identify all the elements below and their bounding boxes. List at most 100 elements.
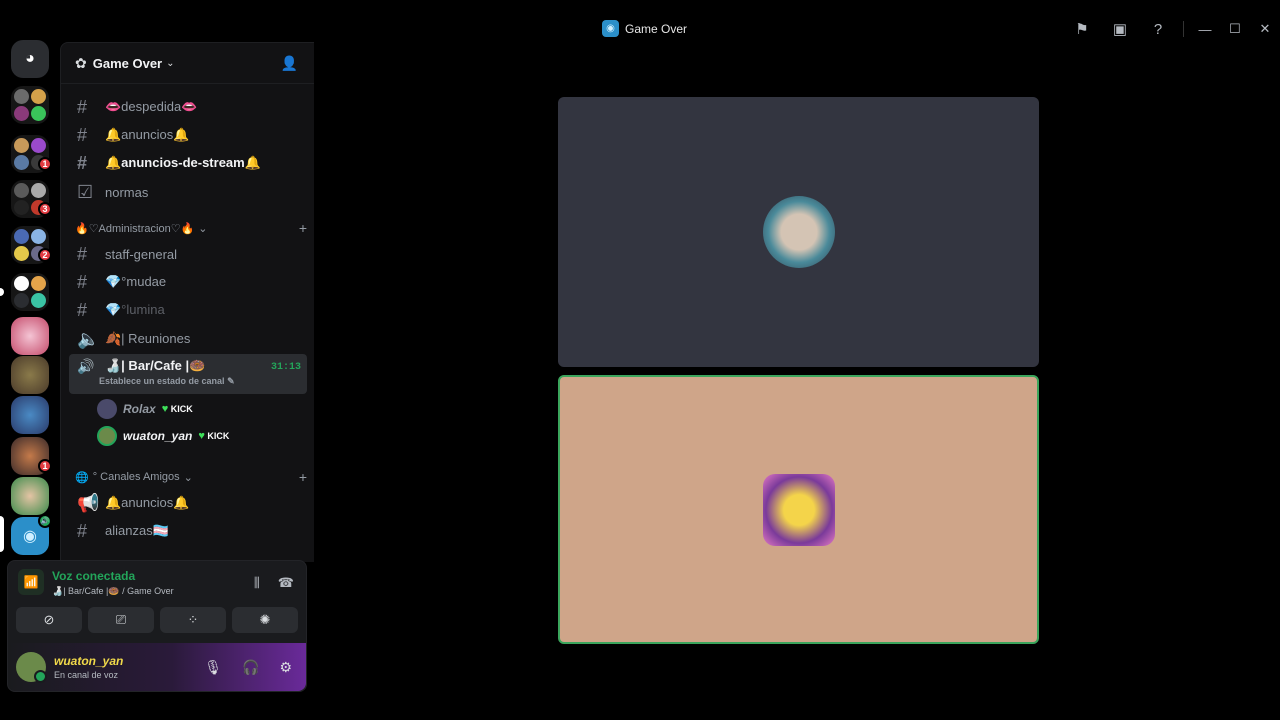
server-folder-1[interactable] bbox=[11, 86, 49, 124]
community-icon: ✿ bbox=[75, 54, 87, 71]
voice-status[interactable]: Voz conectada bbox=[52, 569, 174, 583]
user-name[interactable]: wuaton_yan bbox=[54, 654, 123, 668]
server-folder-2[interactable]: 1 bbox=[11, 135, 52, 173]
announcement-icon: 📢 bbox=[77, 492, 100, 513]
channel-staff-general[interactable]: # staff-general bbox=[69, 241, 307, 267]
participant-tile-rolax[interactable] bbox=[558, 97, 1039, 367]
category-label: ° Canales Amigos bbox=[92, 471, 180, 483]
guild-name: Game Over bbox=[92, 55, 163, 71]
server-icon[interactable] bbox=[11, 477, 49, 515]
voice-location[interactable]: 🍶| Bar/Cafe |🍩 / Game Over bbox=[52, 586, 174, 597]
channel-bar-cafe[interactable]: 🔊 🍶| Bar/Cafe |🍩 31:13 Establece un esta… bbox=[69, 354, 307, 394]
user-tag-text: KICK bbox=[207, 431, 230, 441]
server-logo-icon: ◉ bbox=[602, 20, 619, 37]
voice-channel-icon: 🔈 bbox=[77, 328, 100, 349]
voice-active-icon: 🔊 bbox=[77, 358, 95, 374]
user-tag-text: KICK bbox=[170, 404, 193, 414]
voice-stage bbox=[315, 43, 1280, 720]
voice-user-rolax[interactable]: Rolax ♥ KICK bbox=[97, 398, 193, 420]
notification-badge: 1 bbox=[38, 459, 52, 473]
screen-share-icon[interactable]: ▣ bbox=[1101, 18, 1139, 40]
voice-user-wuaton-yan[interactable]: wuaton_yan ♥ KICK bbox=[97, 425, 229, 447]
heart-icon: ♥ bbox=[161, 403, 169, 415]
soundboard-button[interactable]: ✺ bbox=[232, 607, 298, 633]
channel-anuncios[interactable]: # 🔔anuncios🔔 bbox=[69, 122, 307, 148]
channel-lumina[interactable]: # 💎°lumina bbox=[69, 297, 307, 323]
user-tag: ♥ KICK bbox=[162, 403, 193, 415]
hash-icon: # bbox=[77, 96, 88, 117]
channel-despedida[interactable]: # 👄despedida👄 bbox=[69, 94, 307, 120]
gear-icon[interactable]: ⚙ bbox=[279, 659, 292, 676]
channel-label: staff-general bbox=[105, 246, 178, 262]
user-tag: ♥ KICK bbox=[198, 430, 229, 442]
noise-suppression-icon[interactable]: ⫼ bbox=[254, 575, 260, 591]
hash-icon: # bbox=[77, 299, 88, 320]
discord-home-icon[interactable]: ◕ bbox=[11, 40, 49, 78]
avatar bbox=[97, 399, 117, 419]
notification-badge: 1 bbox=[38, 157, 52, 171]
server-icon[interactable] bbox=[11, 317, 49, 355]
channel-mudae[interactable]: # 💎°mudae bbox=[69, 269, 307, 295]
signal-icon[interactable]: 📶 bbox=[18, 569, 44, 595]
server-folder-5[interactable] bbox=[11, 273, 49, 311]
notification-badge: 3 bbox=[38, 202, 52, 216]
hash-icon: # bbox=[77, 152, 88, 173]
guild-header[interactable]: ✿ Game Over ⌄ 👤 bbox=[61, 43, 314, 84]
screen-share-button[interactable]: ⎚ bbox=[88, 607, 154, 633]
category-administracion[interactable]: 🔥♡Administracion♡🔥 ⌄ + bbox=[75, 220, 307, 236]
user-bar: wuaton_yan En canal de voz 🎙 🎧 ⚙ bbox=[8, 643, 306, 691]
channel-anuncios-amigos[interactable]: 📢 🔔anuncios🔔 bbox=[69, 490, 307, 516]
channel-reuniones[interactable]: 🔈 🍂| Reuniones bbox=[69, 326, 307, 352]
avatar bbox=[97, 426, 117, 446]
server-icon-game-over[interactable]: ◉ 🔊 bbox=[11, 514, 52, 555]
channel-label: 🔔anuncios🔔 bbox=[105, 495, 190, 510]
channel-status-text: Establece un estado de canal bbox=[99, 376, 225, 386]
participant-avatar bbox=[762, 473, 835, 546]
channel-label: alianzas🏳️‍⚧️ bbox=[105, 523, 169, 538]
category-canales-amigos[interactable]: 🌐 ° Canales Amigos ⌄ + bbox=[75, 469, 307, 485]
chevron-down-icon: ⌄ bbox=[198, 222, 208, 235]
server-icon[interactable] bbox=[11, 356, 49, 394]
channel-anuncios-de-stream[interactable]: # 🔔anuncios-de-stream🔔 bbox=[69, 150, 307, 176]
server-icon[interactable]: 1 bbox=[11, 437, 52, 475]
create-channel-icon[interactable]: + bbox=[299, 220, 307, 236]
close-button[interactable]: ✕ bbox=[1250, 18, 1280, 40]
camera-off-button[interactable]: ⊘ bbox=[16, 607, 82, 633]
disconnect-icon[interactable]: ☎ bbox=[278, 575, 294, 591]
activities-button[interactable]: ⁘ bbox=[160, 607, 226, 633]
headphones-icon[interactable]: 🎧 bbox=[242, 659, 259, 676]
minimize-button[interactable]: — bbox=[1190, 18, 1220, 40]
channel-label: 💎°mudae bbox=[105, 274, 167, 289]
chevron-down-icon: ⌄ bbox=[183, 471, 193, 484]
user-avatar[interactable] bbox=[16, 652, 47, 683]
server-folder-3[interactable]: 3 bbox=[11, 180, 52, 218]
server-folder-4[interactable]: 2 bbox=[11, 226, 52, 264]
voice-panel: 📶 Voz conectada 🍶| Bar/Cafe |🍩 / Game Ov… bbox=[7, 560, 307, 692]
voice-user-name: wuaton_yan bbox=[123, 429, 193, 443]
participant-tile-wuaton-yan[interactable] bbox=[558, 375, 1039, 644]
rules-icon: ☑ bbox=[77, 181, 94, 202]
invite-people-icon[interactable]: 👤 bbox=[281, 55, 298, 72]
help-icon[interactable]: ? bbox=[1139, 18, 1177, 40]
heart-icon: ♥ bbox=[198, 430, 205, 442]
maximize-button[interactable]: ☐ bbox=[1220, 18, 1250, 40]
category-label: 🔥♡Administracion♡🔥 bbox=[75, 222, 195, 235]
channel-label: 💎°lumina bbox=[105, 302, 165, 317]
flag-icon[interactable]: ⚑ bbox=[1063, 18, 1101, 40]
channel-status[interactable]: Establece un estado de canal ✎ bbox=[99, 376, 235, 387]
server-icon[interactable] bbox=[11, 396, 49, 434]
channel-sidebar: ✿ Game Over ⌄ 👤 # 👄despedida👄 # 🔔anuncios🔔… bbox=[60, 42, 314, 562]
channel-label: 🍂| Reuniones bbox=[105, 331, 191, 346]
channel-alianzas[interactable]: # alianzas🏳️‍⚧️ bbox=[69, 518, 307, 544]
hash-icon: # bbox=[77, 243, 88, 264]
pencil-icon: ✎ bbox=[227, 376, 235, 386]
microphone-icon[interactable]: 🎙 bbox=[204, 659, 222, 676]
unread-indicator bbox=[0, 288, 4, 296]
create-channel-icon[interactable]: + bbox=[299, 469, 307, 485]
user-status: En canal de voz bbox=[54, 670, 119, 680]
voice-active-icon: 🔊 bbox=[38, 514, 52, 528]
window-title: ◉ Game Over bbox=[602, 20, 687, 37]
channel-label: 🍶| Bar/Cafe |🍩 bbox=[105, 358, 206, 373]
channel-normas[interactable]: ☑ normas bbox=[69, 179, 307, 205]
globe-icon: 🌐 bbox=[75, 471, 89, 484]
